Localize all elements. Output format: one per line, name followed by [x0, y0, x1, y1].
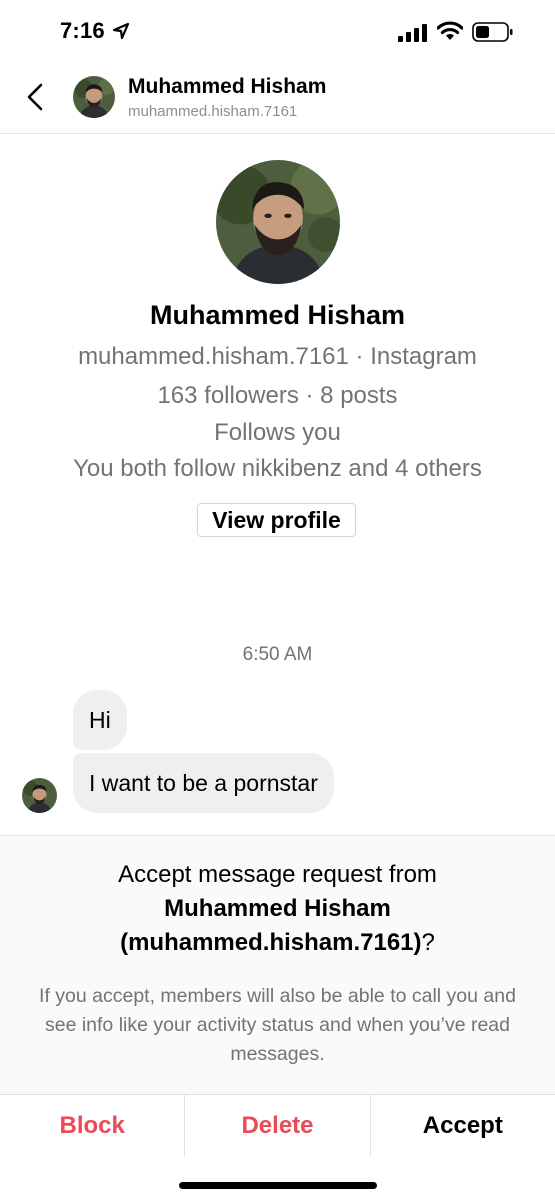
- header-divider: [0, 133, 555, 134]
- request-description: If you accept, members will also be able…: [39, 985, 516, 1065]
- home-indicator[interactable]: [179, 1182, 377, 1189]
- header-avatar[interactable]: [73, 76, 115, 118]
- request-title-prefix: Accept message request from: [118, 861, 437, 888]
- cellular-signal-icon: [398, 24, 427, 42]
- block-button[interactable]: Block: [0, 1095, 184, 1157]
- view-profile-button[interactable]: View profile: [197, 503, 356, 537]
- profile-photo-icon: [22, 778, 57, 813]
- location-arrow-icon: [112, 22, 130, 40]
- request-title-name: Muhammed Hisham: [164, 895, 391, 922]
- wifi-icon: [437, 21, 463, 40]
- message-bubble[interactable]: I want to be a pornstar: [73, 753, 334, 813]
- profile-photo-icon: [73, 76, 115, 118]
- status-time: 7:16: [60, 18, 105, 43]
- request-title-suffix: ?: [421, 929, 435, 956]
- sender-avatar[interactable]: [22, 778, 57, 813]
- delete-button[interactable]: Delete: [184, 1095, 369, 1157]
- profile-mutual-follows: You both follow nikkibenz and 4 others: [73, 455, 482, 482]
- accept-button[interactable]: Accept: [369, 1095, 555, 1157]
- message-bubble[interactable]: Hi: [73, 690, 127, 750]
- request-title: Accept message request from Muhammed His…: [0, 858, 555, 960]
- header-handle: muhammed.hisham.7161: [128, 103, 298, 120]
- profile-name: Muhammed Hisham: [149, 300, 406, 330]
- message-timestamp: 6:50 AM: [242, 644, 313, 665]
- profile-stats: 163 followers · 8 posts: [157, 382, 398, 409]
- header-name[interactable]: Muhammed Hisham: [128, 75, 326, 99]
- profile-photo-icon: [216, 160, 340, 284]
- profile-follows-you: Follows you: [214, 419, 341, 446]
- back-chevron-icon[interactable]: [22, 82, 48, 112]
- profile-username-platform: muhammed.hisham.7161 · Instagram: [78, 343, 477, 370]
- profile-avatar[interactable]: [216, 160, 340, 284]
- battery-icon: [472, 22, 513, 42]
- request-title-handle: (muhammed.hisham.7161): [120, 929, 422, 956]
- request-actions: Block Delete Accept: [0, 1094, 555, 1157]
